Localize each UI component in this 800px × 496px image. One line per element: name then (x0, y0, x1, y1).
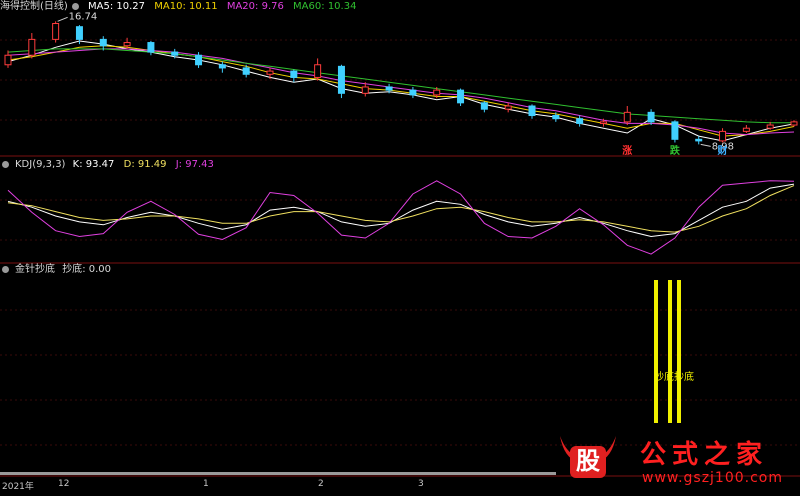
x-label-1: 1 (203, 479, 209, 489)
candle-body (385, 86, 393, 91)
candle-body (504, 105, 512, 110)
candle-body (528, 105, 536, 117)
price-legend: 海得控制(日线) MA5: 10.27 MA10: 10.11 MA20: 9.… (0, 0, 362, 14)
kdj-legend: KDJ(9,3,3) K: 93.47 D: 91.49 J: 97.43 (0, 158, 220, 172)
x-label-2: 2 (318, 479, 324, 489)
candle-body (242, 67, 250, 75)
ma5-legend: MA5: 10.27 (88, 1, 146, 12)
watermark-url: www.gszj100.com (642, 470, 784, 486)
candle-body (599, 121, 607, 124)
candle-body (4, 54, 12, 66)
candle-body (75, 26, 83, 40)
candle-body (695, 138, 703, 142)
signal-bar (677, 280, 681, 423)
candle-body (576, 118, 584, 124)
collapse-dot-icon[interactable] (2, 160, 9, 168)
candle-body (457, 89, 465, 104)
candle-body (480, 102, 488, 110)
k-legend: K: 93.47 (72, 159, 115, 170)
candle-body (671, 121, 679, 140)
collapse-dot-icon[interactable] (71, 2, 79, 10)
candle-body (623, 111, 631, 123)
ma10-legend: MA10: 10.11 (154, 1, 218, 12)
candle-body (52, 23, 60, 40)
watermark-logo: 股 (556, 432, 620, 480)
marker-0: 涨 (622, 144, 632, 157)
signal-bar (668, 280, 672, 423)
candle-body (218, 64, 226, 69)
candle-body (766, 124, 774, 129)
marker-1: 跌 (670, 144, 681, 157)
j-legend: J: 97.43 (175, 159, 214, 170)
candle-body (28, 38, 36, 56)
candle-body (123, 42, 131, 47)
chart-stage: 16.74 8.98 涨跌财抄底抄底 (0, 0, 800, 492)
candle-body (147, 42, 155, 53)
marker-2: 财 (717, 144, 728, 157)
chart-canvas: 16.748.98涨跌财抄底抄底 (0, 11, 800, 477)
candle-body (647, 111, 655, 123)
low-pointer (700, 143, 711, 147)
signal-legend: 金针抄底 抄底: 0.00 (0, 263, 117, 277)
ma60-legend: MA60: 10.34 (293, 1, 357, 12)
signal-bar (654, 280, 658, 423)
candle-body (409, 89, 417, 96)
candle-body (361, 86, 369, 94)
candle-body (266, 70, 274, 75)
candle-body (314, 64, 322, 78)
ma20-legend: MA20: 9.76 (226, 1, 284, 12)
candle-body (337, 65, 345, 94)
d-legend: D: 91.49 (123, 159, 167, 170)
candle-body (433, 89, 441, 96)
x-label-3: 3 (418, 479, 424, 489)
collapse-dot-icon[interactable] (2, 265, 9, 273)
scrollbar-strip (0, 472, 556, 475)
x-label-year: 2021年 (2, 482, 34, 492)
candle-body (99, 38, 107, 47)
ma-line-ma60 (7, 48, 795, 124)
candle-body (171, 51, 179, 56)
candle-body (552, 115, 560, 120)
logo-glyph: 股 (576, 447, 600, 475)
signal-value-legend: 抄底: 0.00 (62, 264, 112, 275)
candle-body (290, 70, 298, 78)
candle-body (790, 121, 798, 126)
candle-body (195, 54, 203, 66)
high-pointer (57, 16, 68, 22)
candle-body (719, 130, 727, 142)
watermark-text: 公式之家 (640, 440, 769, 470)
kdj-title: KDJ(9,3,3) (15, 159, 66, 170)
kdj-line-k (7, 183, 795, 238)
signal-bar-label: 抄底抄底 (654, 370, 694, 383)
x-label-12: 12 (58, 479, 70, 489)
stock-title: 海得控制(日线) (0, 1, 68, 12)
candle-body (742, 127, 750, 132)
signal-title: 金针抄底 (15, 264, 55, 275)
